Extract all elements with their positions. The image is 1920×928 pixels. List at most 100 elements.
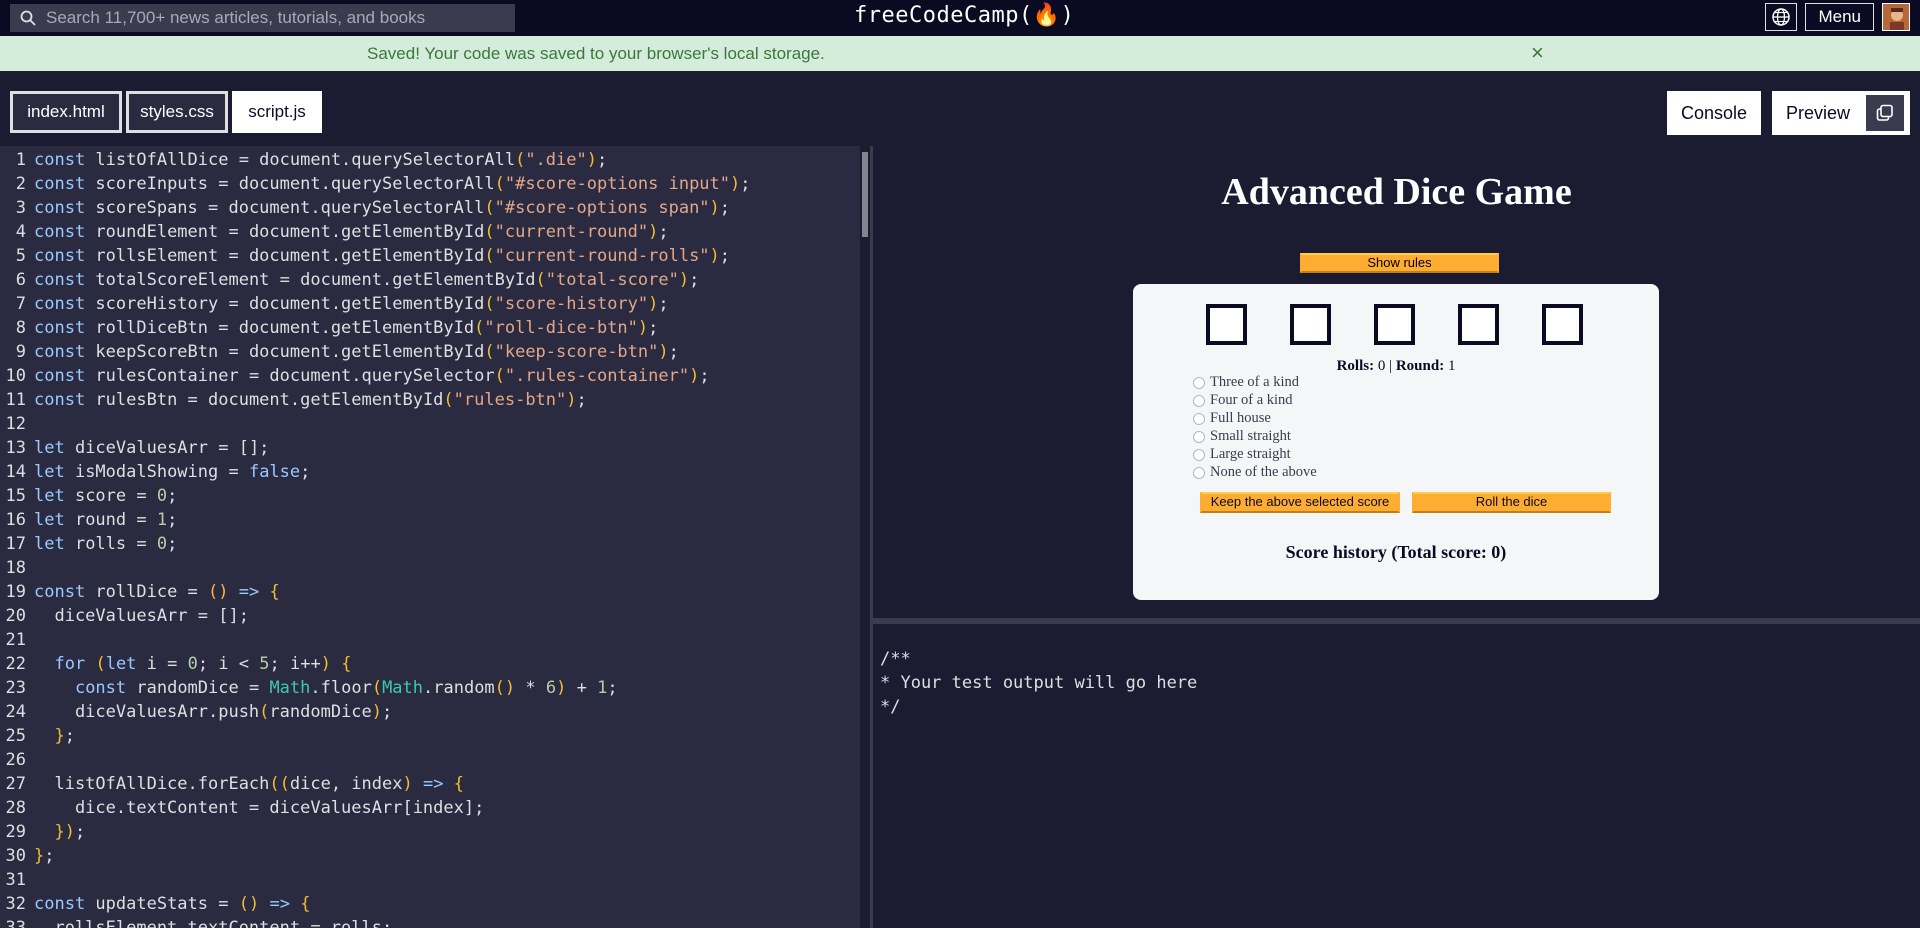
code-line[interactable]: 29 });: [0, 820, 86, 844]
code-line[interactable]: 16 let round = 1;: [0, 508, 178, 532]
code-token: ;: [167, 486, 178, 506]
code-line[interactable]: 22 for (let i = 0; i < 5; i++) {: [0, 652, 352, 676]
code-line[interactable]: 13 let diceValuesArr = [];: [0, 436, 270, 460]
code-editor[interactable]: 1 const listOfAllDice = document.querySel…: [0, 146, 870, 928]
code-line[interactable]: 6 const totalScoreElement = document.getE…: [0, 268, 700, 292]
score-option[interactable]: Three of a kind: [1193, 374, 1299, 391]
code-line[interactable]: 31: [0, 868, 34, 892]
code-token: ;: [719, 198, 731, 218]
score-option[interactable]: Large straight: [1193, 446, 1291, 463]
tab-styles-css[interactable]: styles.css: [126, 91, 228, 133]
code-token: "keep-score-btn": [494, 342, 659, 362]
code-token: }: [34, 846, 45, 866]
code-token: ): [709, 246, 720, 266]
menu-button[interactable]: Menu: [1805, 3, 1874, 31]
code-token: ;: [576, 390, 587, 410]
code-line[interactable]: 1 const listOfAllDice = document.querySel…: [0, 148, 607, 172]
code-token: const: [74, 678, 127, 698]
code-line[interactable]: 25 };: [0, 724, 75, 748]
code-line[interactable]: 9 const keepScoreBtn = document.getElemen…: [0, 340, 679, 364]
code-token: (: [484, 246, 495, 266]
code-token: let: [34, 510, 65, 530]
code-line[interactable]: 8 const rollDiceBtn = document.getElement…: [0, 316, 659, 340]
code-token: let: [34, 534, 65, 554]
code-line[interactable]: 24 diceValuesArr.push(randomDice);: [0, 700, 393, 724]
search-input[interactable]: Search 11,700+ news articles, tutorials,…: [10, 4, 515, 32]
popout-preview-button[interactable]: [1866, 95, 1904, 131]
code-line[interactable]: 2 const scoreInputs = document.querySelec…: [0, 172, 751, 196]
radio-button[interactable]: [1193, 412, 1205, 425]
code-line[interactable]: 4 const roundElement = document.getElemen…: [0, 220, 669, 244]
roll-dice-button[interactable]: Roll the dice: [1412, 492, 1611, 513]
language-button[interactable]: [1765, 3, 1798, 31]
code-line[interactable]: 26: [0, 748, 34, 772]
code-token: rollDiceBtn = document.getElementById: [85, 318, 475, 338]
code-token: rolls =: [64, 534, 157, 554]
code-line[interactable]: 27 listOfAllDice.forEach((dice, index) =…: [0, 772, 464, 796]
score-option[interactable]: None of the above: [1193, 464, 1317, 481]
close-icon[interactable]: ×: [1531, 40, 1544, 66]
code-token: ;: [167, 534, 178, 554]
code-line[interactable]: 21: [0, 628, 34, 652]
code-token: (): [208, 582, 229, 602]
code-line[interactable]: 11 const rulesBtn = document.getElementBy…: [0, 388, 587, 412]
score-option[interactable]: Small straight: [1193, 428, 1291, 445]
tab-script-js[interactable]: script.js: [232, 91, 322, 133]
code-line[interactable]: 18: [0, 556, 34, 580]
line-number: 4: [15, 222, 26, 242]
code-line[interactable]: 30};: [0, 844, 55, 868]
radio-button[interactable]: [1193, 376, 1205, 389]
code-line[interactable]: 5 const rollsElement = document.getElemen…: [0, 244, 730, 268]
code-line[interactable]: 20 diceValuesArr = [];: [0, 604, 249, 628]
brand-logo[interactable]: freeCodeCamp(🔥): [854, 3, 1074, 28]
code-token: listOfAllDice.forEach: [34, 774, 270, 794]
code-line[interactable]: 28 dice.textContent = diceValuesArr[inde…: [0, 796, 485, 820]
code-line[interactable]: 15 let score = 0;: [0, 484, 178, 508]
code-line[interactable]: 7 const scoreHistory = document.getElemen…: [0, 292, 669, 316]
radio-button[interactable]: [1193, 466, 1205, 479]
code-token: ;: [44, 846, 55, 866]
radio-button[interactable]: [1193, 448, 1205, 461]
code-token: let: [34, 486, 65, 506]
code-token: ): [648, 222, 659, 242]
code-line[interactable]: 19 const rollDice = () => {: [0, 580, 280, 604]
code-token: ;: [74, 822, 86, 842]
keep-score-button[interactable]: Keep the above selected score: [1200, 492, 1400, 513]
code-token: const: [34, 894, 86, 914]
editor-scrollbar-thumb[interactable]: [862, 152, 868, 237]
code-token: 0: [156, 486, 168, 506]
code-token: ): [556, 678, 567, 698]
code-token: const: [34, 294, 86, 314]
search-placeholder: Search 11,700+ news articles, tutorials,…: [46, 8, 426, 27]
tab-index-html[interactable]: index.html: [10, 91, 122, 133]
show-rules-button[interactable]: Show rules: [1300, 253, 1499, 273]
score-option[interactable]: Full house: [1193, 410, 1271, 427]
avatar[interactable]: [1882, 3, 1910, 31]
code-line[interactable]: 17 let rolls = 0;: [0, 532, 178, 556]
code-line[interactable]: 10 const rulesContainer = document.queryS…: [0, 364, 710, 388]
radio-button[interactable]: [1193, 394, 1205, 407]
code-line[interactable]: 33 rollsElement.textContent = rolls;: [0, 916, 393, 928]
line-number: 5: [15, 246, 26, 266]
code-token: {: [300, 894, 311, 914]
code-token: rollsElement.textContent = rolls;: [34, 918, 393, 928]
console-button[interactable]: Console: [1667, 91, 1761, 135]
score-option[interactable]: Four of a kind: [1193, 392, 1293, 409]
code-token: (: [484, 198, 495, 218]
code-line[interactable]: 32 const updateStats = () => {: [0, 892, 311, 916]
line-number: 27: [5, 774, 26, 794]
code-token: const: [34, 318, 86, 338]
radio-button[interactable]: [1193, 430, 1205, 443]
code-line[interactable]: 3 const scoreSpans = document.querySelect…: [0, 196, 730, 220]
code-line[interactable]: 12: [0, 412, 34, 436]
code-line[interactable]: 23 const randomDice = Math.floor(Math.ra…: [0, 676, 618, 700]
code-token: .random: [423, 678, 495, 698]
code-line[interactable]: 14 let isModalShowing = false;: [0, 460, 311, 484]
code-token: ): [709, 198, 720, 218]
code-token: +: [566, 678, 598, 698]
score-history-heading: Score history (Total score: 0): [1285, 542, 1507, 562]
die: [1290, 304, 1331, 345]
editor-scrollbar[interactable]: [860, 146, 870, 928]
